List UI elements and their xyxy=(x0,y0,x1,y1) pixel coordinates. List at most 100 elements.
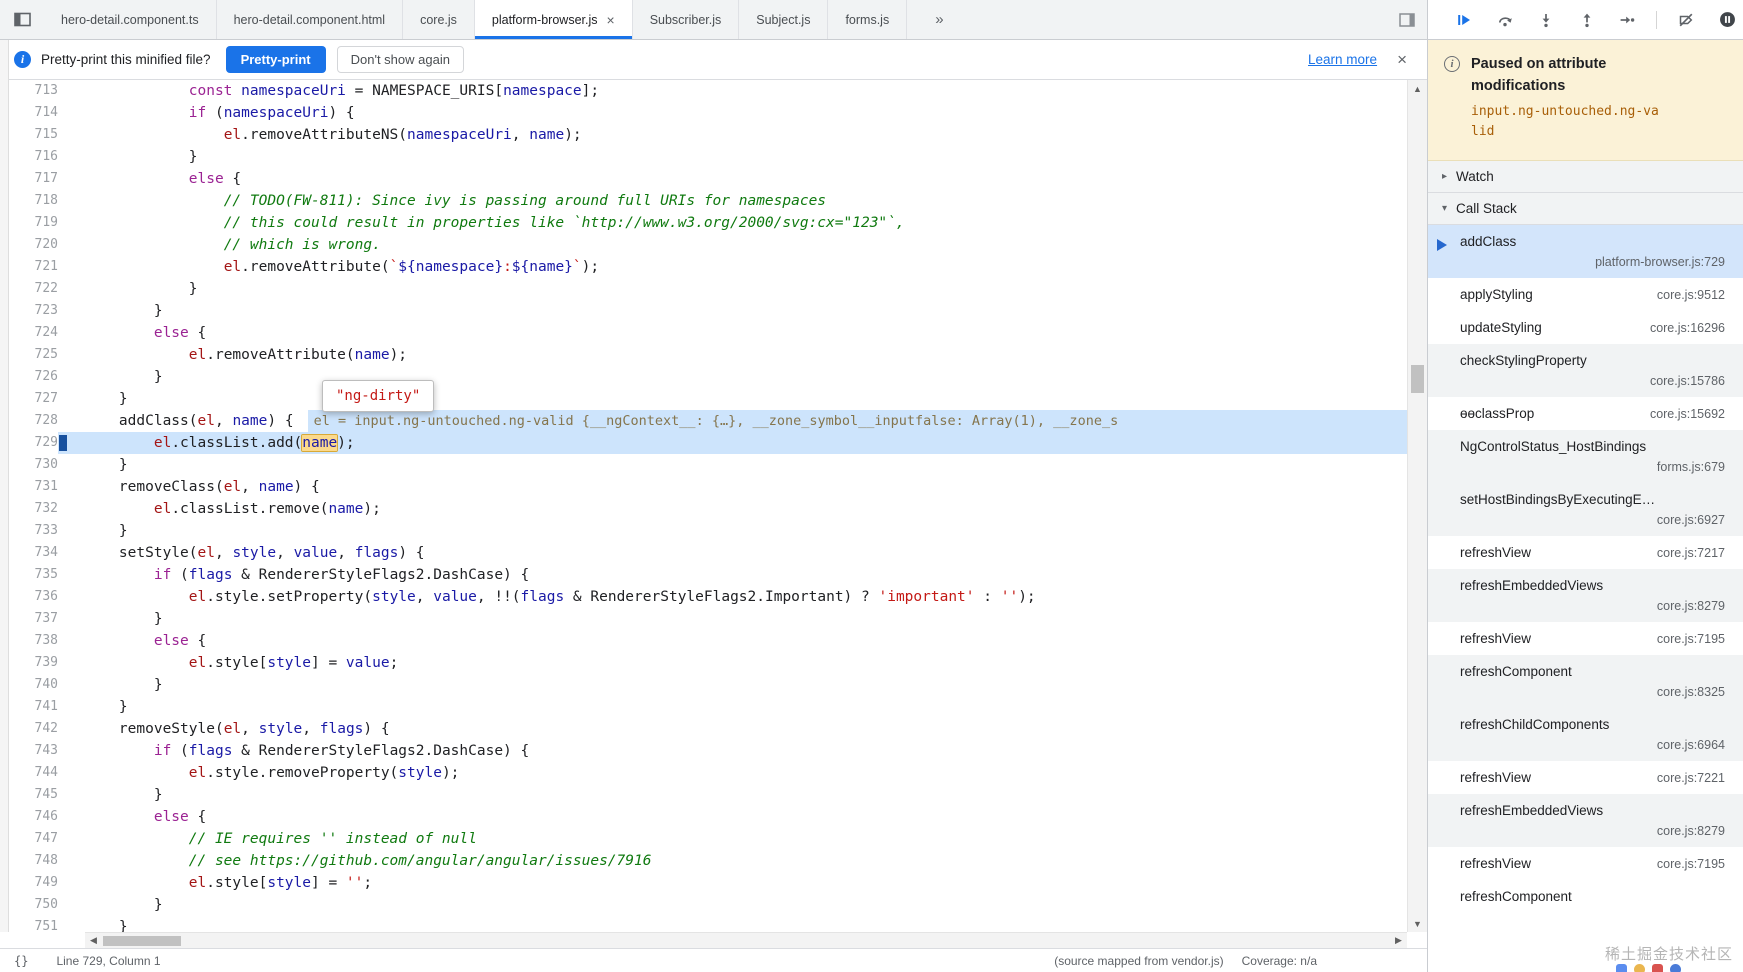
file-tab-Subscriber.js[interactable]: Subscriber.js xyxy=(633,0,740,39)
file-tab-forms.js[interactable]: forms.js xyxy=(828,0,908,39)
scroll-up-arrow-icon[interactable]: ▲ xyxy=(1408,80,1427,97)
learn-more-link[interactable]: Learn more xyxy=(1308,52,1377,67)
call-stack-frame-updateStyling[interactable]: updateStyling core.js:16296 xyxy=(1428,311,1743,344)
code-line-718: 718 // TODO(FW-811): Since ivy is passin… xyxy=(0,190,1407,212)
file-tab-label: hero-detail.component.ts xyxy=(61,12,199,27)
file-tab-core.js[interactable]: core.js xyxy=(403,0,475,39)
watch-section-label: Watch xyxy=(1456,168,1494,184)
navigator-panel-icon xyxy=(13,12,31,27)
frame-function-name: applyStyling xyxy=(1460,286,1533,302)
call-stack-frame-refreshView[interactable]: refreshView core.js:7195 xyxy=(1428,622,1743,655)
watermark: 稀土掘金技术社区 xyxy=(1604,946,1733,963)
file-tab-platform-browser.js[interactable]: platform-browser.js × xyxy=(474,0,633,39)
pretty-print-toggle[interactable]: {} xyxy=(14,954,28,968)
pause-on-exceptions-button[interactable] xyxy=(1711,6,1743,34)
code-line-732: 732 el.classList.remove(name); xyxy=(0,498,1407,520)
watch-section-header[interactable]: ▸ Watch xyxy=(1428,160,1743,193)
step-button[interactable] xyxy=(1611,6,1643,34)
frame-location: core.js:8279 xyxy=(1656,598,1725,613)
paused-info-icon: i xyxy=(1444,56,1460,72)
paused-reason-title: Paused on attribute modifications xyxy=(1471,56,1607,94)
toolbar-divider xyxy=(1656,10,1658,29)
code-line-715: 715 el.removeAttributeNS(namespaceUri, n… xyxy=(0,124,1407,146)
line-code: el.removeAttribute(`${namespace}:${name}… xyxy=(223,259,600,275)
code-line-714: 714 if (namespaceUri) { xyxy=(0,102,1407,124)
call-stack-frame-checkStylingProperty[interactable]: checkStylingProperty core.js:15786 xyxy=(1428,343,1743,397)
line-code: else { xyxy=(153,325,207,341)
toggle-navigator-button[interactable] xyxy=(0,0,44,39)
vertical-scrollbar-thumb[interactable] xyxy=(1411,365,1424,393)
scroll-down-arrow-icon[interactable]: ▼ xyxy=(1408,915,1427,932)
line-code: el.classList.add(name); xyxy=(58,432,1407,454)
panel-toggle-button[interactable] xyxy=(1399,0,1415,39)
horizontal-scrollbar-thumb[interactable] xyxy=(103,936,181,946)
file-tab-hero-detail.component.html[interactable]: hero-detail.component.html xyxy=(217,0,404,39)
pretty-print-button[interactable]: Pretty-print xyxy=(225,46,326,73)
resume-button[interactable] xyxy=(1448,6,1480,34)
call-stack-frame-applyStyling[interactable]: applyStyling core.js:9512 xyxy=(1428,278,1743,311)
line-code: } xyxy=(118,699,128,715)
call-stack-frame-refreshComponent[interactable]: refreshComponent core.js:8325 xyxy=(1428,654,1743,708)
call-stack-frame-refreshView[interactable]: refreshView core.js:7217 xyxy=(1428,536,1743,569)
pretty-print-infobar: i Pretty-print this minified file? Prett… xyxy=(0,40,1427,80)
line-code: const namespaceUri = NAMESPACE_URIS[name… xyxy=(188,83,600,99)
frame-function-name: ɵɵclassProp xyxy=(1460,405,1535,421)
line-code: } xyxy=(153,369,163,385)
call-stack-list: addClass platform-browser.js:729 applyStyl… xyxy=(1428,224,1743,972)
frame-location: core.js:8279 xyxy=(1656,823,1725,838)
devtools-sources-panel: hero-detail.component.ts hero-detail.comp… xyxy=(0,0,1743,972)
chevron-down-icon[interactable]: ▾ xyxy=(1442,203,1447,214)
code-line-717: 717 else { xyxy=(0,168,1407,190)
inline-eval-preview: el = input.ng-untouched.ng-valid {__ngCo… xyxy=(307,410,1125,432)
info-icon: i xyxy=(14,51,31,68)
tab-close-icon[interactable]: × xyxy=(607,13,615,27)
code-line-738: 738 else { xyxy=(0,630,1407,652)
call-stack-frame-ɵɵclassProp[interactable]: ɵɵclassProp core.js:15692 xyxy=(1428,397,1743,430)
file-tabs: hero-detail.component.ts hero-detail.comp… xyxy=(44,0,908,39)
debugger-sidebar: i Paused on attribute modifications inpu… xyxy=(1428,0,1743,972)
file-tab-hero-detail.component.ts[interactable]: hero-detail.component.ts xyxy=(44,0,217,39)
line-code: } xyxy=(153,303,163,319)
chevron-right-icon[interactable]: ▸ xyxy=(1442,171,1447,182)
step-out-button[interactable] xyxy=(1571,6,1603,34)
code-line-721: 721 el.removeAttribute(`${namespace}:${n… xyxy=(0,256,1407,278)
frame-location: forms.js:679 xyxy=(1656,459,1725,474)
call-stack-frame-refreshView[interactable]: refreshView core.js:7221 xyxy=(1428,761,1743,794)
vertical-scrollbar[interactable]: ▲ ▼ xyxy=(1407,80,1427,932)
code-line-729: 729 el.classList.add(name); xyxy=(0,432,1407,454)
frame-location: core.js:7217 xyxy=(1656,545,1725,560)
horizontal-scrollbar[interactable]: ◀ ▶ xyxy=(0,932,1427,948)
line-code: } xyxy=(118,391,128,407)
code-line-736: 736 el.style.setProperty(style, value, !… xyxy=(0,586,1407,608)
source-map-note[interactable]: (source mapped from vendor.js) xyxy=(1054,954,1223,968)
call-stack-frame-refreshView[interactable]: refreshView core.js:7195 xyxy=(1428,847,1743,880)
step-into-button[interactable] xyxy=(1530,6,1562,34)
frame-location: core.js:9512 xyxy=(1656,287,1725,302)
line-code: } xyxy=(153,677,163,693)
call-stack-frame-refreshEmbeddedViews[interactable]: refreshEmbeddedViews core.js:8279 xyxy=(1428,568,1743,622)
hscrollbar-track[interactable]: ◀ ▶ xyxy=(85,932,1407,948)
infobar-close-icon[interactable]: × xyxy=(1397,50,1407,70)
file-tab-Subject.js[interactable]: Subject.js xyxy=(739,0,829,39)
line-code: el.classList.remove(name); xyxy=(153,501,381,517)
call-stack-frame-refreshChildComponents[interactable]: refreshChildComponents core.js:6964 xyxy=(1428,707,1743,761)
scroll-right-arrow-icon[interactable]: ▶ xyxy=(1390,933,1407,948)
step-over-button[interactable] xyxy=(1489,6,1521,34)
call-stack-section-header[interactable]: ▾ Call Stack xyxy=(1428,192,1743,225)
paused-subject-node: input.ng-untouched.ng-valid xyxy=(1471,103,1659,139)
code-line-726: 726 } xyxy=(0,366,1407,388)
call-stack-frame-refreshEmbeddedViews[interactable]: refreshEmbeddedViews core.js:8279 xyxy=(1428,793,1743,847)
call-stack-frame-NgControlStatus_HostBindings[interactable]: NgControlStatus_HostBindings forms.js:679 xyxy=(1428,429,1743,483)
tab-overflow-chevron-icon[interactable]: » xyxy=(919,0,959,39)
call-stack-frame-setHostBindingsByExecutingE…[interactable]: setHostBindingsByExecutingE… core.js:6927 xyxy=(1428,482,1743,536)
frame-function-name: refreshChildComponents xyxy=(1460,716,1610,732)
dont-show-again-button[interactable]: Don't show again xyxy=(336,46,464,73)
scroll-left-arrow-icon[interactable]: ◀ xyxy=(85,933,102,948)
code-line-730: 730 } xyxy=(0,454,1407,476)
step-over-icon xyxy=(1498,16,1512,26)
line-code: if (flags & RendererStyleFlags2.DashCase… xyxy=(153,567,530,583)
call-stack-frame-addClass[interactable]: addClass platform-browser.js:729 xyxy=(1428,224,1743,278)
deactivate-breakpoints-button[interactable] xyxy=(1670,6,1702,34)
call-stack-frame-refreshComponent[interactable]: refreshComponent xyxy=(1428,880,1743,913)
file-tab-label: Subscriber.js xyxy=(649,12,722,27)
